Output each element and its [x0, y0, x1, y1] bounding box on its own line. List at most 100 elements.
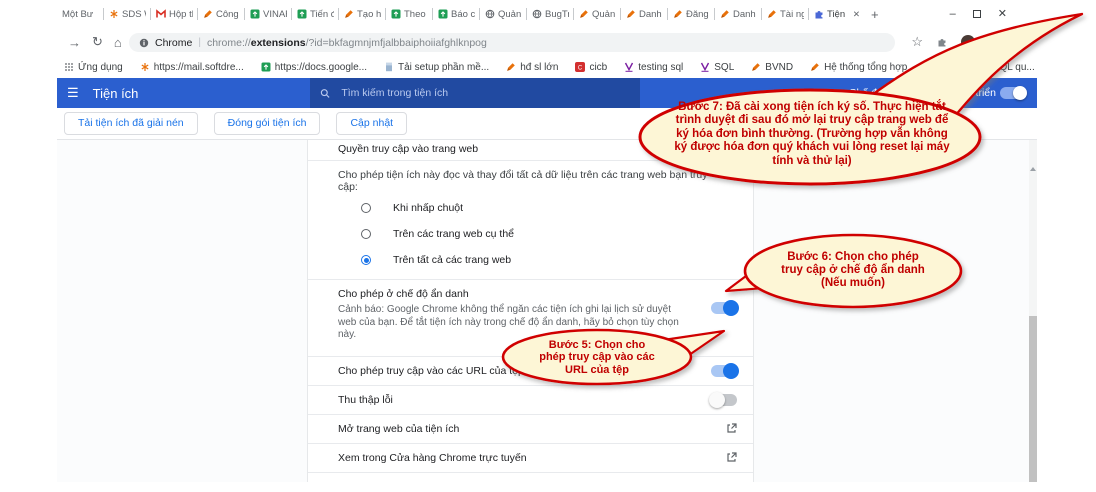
- error-collection-toggle[interactable]: [711, 394, 737, 406]
- file-urls-label: Cho phép truy cập vào các URL của tệp: [338, 365, 524, 377]
- tab-close-icon[interactable]: ✕: [853, 9, 860, 20]
- browser-tab[interactable]: Công ty: [198, 0, 245, 28]
- extensions-search[interactable]: [310, 78, 640, 108]
- pack-extension-button[interactable]: Đóng gói tiện ích: [214, 112, 321, 135]
- open-in-new-icon[interactable]: [726, 452, 737, 463]
- window-controls: – ✕: [950, 0, 1007, 28]
- forward-button[interactable]: →: [68, 35, 81, 50]
- menu-icon[interactable]: ☰: [67, 85, 79, 101]
- browser-tab[interactable]: SDS We: [104, 0, 151, 28]
- browser-tab[interactable]: Tạo hóa: [339, 0, 386, 28]
- browser-tab[interactable]: Danh s: [621, 0, 668, 28]
- v-icon: [700, 62, 710, 72]
- bookmark-label: Tải setup phần mề...: [398, 62, 489, 73]
- browser-tab[interactable]: BugTra: [527, 0, 574, 28]
- bookmark-item[interactable]: Hệ thống tổng hợp: [810, 62, 907, 73]
- bookmark-item[interactable]: Tải setup phần mề...: [384, 62, 489, 73]
- incognito-row: Cho phép ở chế độ ẩn danh Cảnh báo: Goog…: [308, 279, 753, 356]
- tab-label: Danh s: [639, 9, 663, 20]
- site-access-option[interactable]: Khi nhấp chuột: [308, 195, 753, 221]
- profile-avatar[interactable]: [961, 35, 975, 49]
- browser-tab[interactable]: Quản lý: [574, 0, 621, 28]
- search-input[interactable]: [339, 86, 630, 100]
- toggle-knob: [1013, 86, 1027, 100]
- browser-tab[interactable]: VINAFR: [245, 0, 292, 28]
- dev-mode-toggle[interactable]: [1000, 87, 1026, 99]
- scrollbar-thumb[interactable]: [1029, 316, 1037, 482]
- file-urls-toggle[interactable]: [711, 365, 737, 377]
- browser-tab[interactable]: Danh s: [715, 0, 762, 28]
- browser-tab-active[interactable]: Tiện í ✕: [809, 0, 865, 28]
- bookmark-item[interactable]: @13 câu lệnh SQL qu...: [924, 62, 1034, 73]
- bookmark-item[interactable]: https://docs.google...: [261, 62, 367, 73]
- search-icon: [320, 88, 330, 99]
- open-in-new-icon[interactable]: [726, 423, 737, 434]
- maximize-button[interactable]: [973, 10, 981, 18]
- site-access-option[interactable]: Trên tất cả các trang web: [308, 247, 753, 273]
- bookmark-item[interactable]: https://mail.softdre...: [140, 62, 244, 73]
- tab-label: Báo cá: [451, 9, 475, 20]
- globe-icon: [532, 9, 542, 19]
- extension-puzzle-icon[interactable]: [937, 37, 947, 47]
- browser-tab[interactable]: Tiến độ: [292, 0, 339, 28]
- tab-label: Tiến độ: [310, 9, 334, 20]
- sheet-icon: [261, 62, 271, 72]
- sds-icon: [140, 62, 150, 72]
- site-label: Chrome: [155, 37, 192, 49]
- new-tab-button[interactable]: +: [871, 7, 879, 22]
- tab-label: Theo d: [404, 9, 428, 20]
- bookmark-item[interactable]: Ứng dụng: [64, 62, 123, 73]
- tab-label: Tiện í: [827, 9, 848, 20]
- page-info-icon[interactable]: [139, 38, 149, 48]
- view-in-store-row[interactable]: Xem trong Cửa hàng Chrome trực tuyến: [308, 443, 753, 472]
- extensions-actions: Tải tiện ích đã giải nén Đóng gói tiện í…: [57, 108, 1037, 140]
- invoice-icon: [720, 9, 730, 19]
- extensions-header: ☰ Tiện ích Chế độ dành cho nhà phát triể…: [57, 78, 1037, 108]
- setup-icon: [384, 62, 394, 72]
- dev-mode-label: Chế độ dành cho nhà phát triển: [849, 87, 996, 99]
- url-divider: |: [198, 37, 201, 48]
- update-button[interactable]: Cập nhật: [336, 112, 407, 135]
- toolbar-right: ☆ ⋮: [911, 28, 1001, 56]
- tab-label: Đăng n: [686, 9, 710, 20]
- reload-button[interactable]: ↻: [92, 34, 103, 50]
- browser-menu-icon[interactable]: ⋮: [989, 35, 1001, 49]
- invoice-icon: [626, 9, 636, 19]
- browser-tab[interactable]: Một Bư: [57, 0, 104, 28]
- site-access-option[interactable]: Trên các trang web cụ thể: [308, 221, 753, 247]
- incognito-toggle[interactable]: [711, 302, 737, 314]
- load-unpacked-button[interactable]: Tải tiện ích đã giải nén: [64, 112, 198, 135]
- sheet-icon: [438, 9, 448, 19]
- incognito-title: Cho phép ở chế độ ẩn danh: [338, 288, 691, 300]
- bookmark-item[interactable]: hđ sl lớn: [506, 62, 558, 73]
- bookmark-item[interactable]: testing sql: [624, 62, 683, 73]
- radio-selected-icon[interactable]: [361, 255, 371, 265]
- tab-label: Quản lý: [592, 9, 616, 20]
- radio-icon[interactable]: [361, 229, 371, 239]
- url-text: chrome://extensions/?id=bkfagmnjmfjalbba…: [207, 37, 487, 49]
- sds-icon: [109, 9, 119, 19]
- bookmark-item[interactable]: Ccicb: [575, 62, 607, 73]
- browser-tab[interactable]: Báo cá: [433, 0, 480, 28]
- extension-detail-content: Quyền truy cập vào trang web Cho phép ti…: [57, 140, 1037, 482]
- open-website-row[interactable]: Mở trang web của tiện ích: [308, 414, 753, 443]
- scrollbar-up-icon[interactable]: [1030, 167, 1036, 171]
- invoice-icon: [767, 9, 777, 19]
- minimize-button[interactable]: –: [950, 9, 956, 20]
- bookmark-label: 13 câu lệnh SQL qu...: [938, 62, 1034, 73]
- close-button[interactable]: ✕: [998, 9, 1007, 20]
- browser-tab[interactable]: Tài ngu: [762, 0, 809, 28]
- browser-tab[interactable]: Theo d: [386, 0, 433, 28]
- browser-tab[interactable]: Quản lý: [480, 0, 527, 28]
- open-website-label: Mở trang web của tiện ích: [338, 423, 459, 435]
- browser-tab[interactable]: Hộp thư: [151, 0, 198, 28]
- bookmark-item[interactable]: SQL: [700, 62, 734, 73]
- browser-tab[interactable]: Đăng n: [668, 0, 715, 28]
- bookmark-item[interactable]: BVND: [751, 62, 793, 73]
- radio-icon[interactable]: [361, 203, 371, 213]
- bookmark-star-icon[interactable]: ☆: [911, 34, 923, 50]
- tab-label: Danh s: [733, 9, 757, 20]
- address-bar[interactable]: Chrome | chrome://extensions/?id=bkfagmn…: [129, 33, 895, 52]
- scrollbar[interactable]: [1029, 140, 1037, 482]
- home-button[interactable]: ⌂: [114, 35, 122, 50]
